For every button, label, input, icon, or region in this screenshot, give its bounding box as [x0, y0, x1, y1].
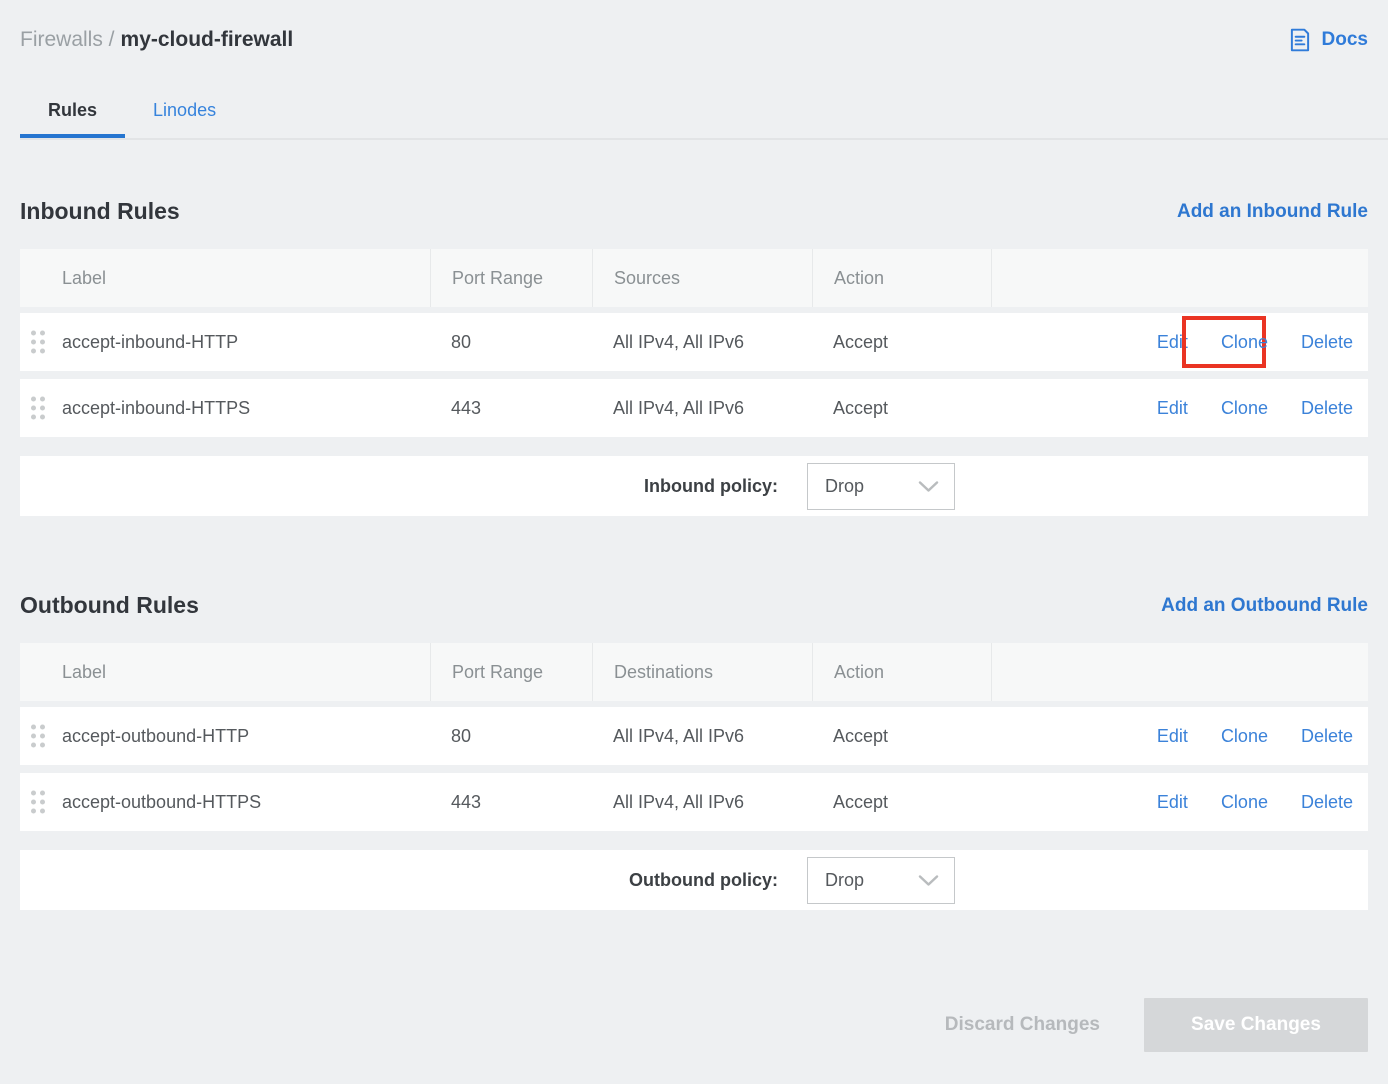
column-header-actions-spacer — [991, 643, 1368, 701]
rule-sources: All IPv4, All IPv6 — [592, 398, 812, 419]
delete-link[interactable]: Delete — [1301, 792, 1353, 813]
column-header-label: Label — [20, 643, 430, 701]
outbound-policy-row: Outbound policy: Drop — [20, 850, 1368, 910]
page-header: Firewalls / my-cloud-firewall Docs — [20, 24, 1368, 56]
outbound-policy-select[interactable]: Drop — [807, 857, 955, 904]
inbound-rules-title: Inbound Rules — [20, 198, 180, 225]
table-row-accept-outbound-https: accept-outbound-HTTPS 443 All IPv4, All … — [20, 773, 1368, 831]
column-header-action: Action — [812, 249, 991, 307]
rule-sources: All IPv4, All IPv6 — [592, 332, 812, 353]
edit-link[interactable]: Edit — [1157, 398, 1188, 419]
drag-handle-icon[interactable] — [31, 791, 45, 814]
rule-label: accept-outbound-HTTPS — [62, 792, 261, 812]
outbound-rules-table: Label Port Range Destinations Action acc… — [20, 643, 1368, 910]
rule-port-range: 443 — [430, 398, 592, 419]
delete-link[interactable]: Delete — [1301, 726, 1353, 747]
rule-label: accept-inbound-HTTP — [62, 332, 238, 352]
inbound-rules-table: Label Port Range Sources Action accept-i… — [20, 249, 1368, 516]
delete-link[interactable]: Delete — [1301, 332, 1353, 353]
outbound-section-header: Outbound Rules Add an Outbound Rule — [20, 592, 1368, 619]
column-header-sources: Sources — [592, 249, 812, 307]
tab-rules[interactable]: Rules — [20, 88, 125, 140]
inbound-policy-value: Drop — [825, 476, 864, 497]
inbound-policy-label: Inbound policy: — [644, 476, 778, 496]
edit-link[interactable]: Edit — [1157, 726, 1188, 747]
column-header-port-range: Port Range — [430, 249, 592, 307]
column-header-destinations: Destinations — [592, 643, 812, 701]
tab-linodes[interactable]: Linodes — [125, 88, 244, 140]
rule-port-range: 443 — [430, 792, 592, 813]
save-changes-button[interactable]: Save Changes — [1144, 998, 1368, 1052]
rule-action: Accept — [812, 792, 991, 813]
discard-changes-button[interactable]: Discard Changes — [945, 1014, 1100, 1036]
rule-label: accept-inbound-HTTPS — [62, 398, 250, 418]
outbound-policy-value: Drop — [825, 870, 864, 891]
tab-rules-label: Rules — [48, 100, 97, 120]
table-row-accept-inbound-http: accept-inbound-HTTP 80 All IPv4, All IPv… — [20, 313, 1368, 371]
rule-label: accept-outbound-HTTP — [62, 726, 249, 746]
drag-handle-icon[interactable] — [31, 331, 45, 354]
clone-link[interactable]: Clone — [1221, 332, 1268, 353]
clone-link[interactable]: Clone — [1221, 726, 1268, 747]
drag-handle-icon[interactable] — [31, 725, 45, 748]
table-row-accept-inbound-https: accept-inbound-HTTPS 443 All IPv4, All I… — [20, 379, 1368, 437]
edit-link[interactable]: Edit — [1157, 792, 1188, 813]
outbound-policy-label: Outbound policy: — [629, 870, 778, 890]
chevron-down-icon — [918, 875, 939, 886]
rule-port-range: 80 — [430, 332, 592, 353]
rule-port-range: 80 — [430, 726, 592, 747]
footer-actions: Discard Changes Save Changes — [20, 998, 1368, 1052]
docs-label: Docs — [1322, 29, 1368, 51]
outbound-table-header: Label Port Range Destinations Action — [20, 643, 1368, 701]
rule-action: Accept — [812, 398, 991, 419]
rule-destinations: All IPv4, All IPv6 — [592, 726, 812, 747]
clone-link[interactable]: Clone — [1221, 792, 1268, 813]
add-inbound-rule-link[interactable]: Add an Inbound Rule — [1177, 201, 1368, 223]
docs-link[interactable]: Docs — [1287, 27, 1368, 53]
firewall-detail-page: Firewalls / my-cloud-firewall Docs Rules … — [0, 0, 1388, 1084]
clone-link[interactable]: Clone — [1221, 398, 1268, 419]
drag-handle-icon[interactable] — [31, 397, 45, 420]
inbound-table-header: Label Port Range Sources Action — [20, 249, 1368, 307]
column-header-actions-spacer — [991, 249, 1368, 307]
inbound-section-header: Inbound Rules Add an Inbound Rule — [20, 198, 1368, 225]
rule-destinations: All IPv4, All IPv6 — [592, 792, 812, 813]
table-row-accept-outbound-http: accept-outbound-HTTP 80 All IPv4, All IP… — [20, 707, 1368, 765]
breadcrumb: Firewalls / my-cloud-firewall — [20, 28, 293, 52]
rule-action: Accept — [812, 726, 991, 747]
add-outbound-rule-link[interactable]: Add an Outbound Rule — [1161, 595, 1368, 617]
column-header-action: Action — [812, 643, 991, 701]
breadcrumb-current-firewall: my-cloud-firewall — [121, 28, 294, 51]
tab-bar: Rules Linodes — [20, 88, 1368, 140]
column-header-label: Label — [20, 249, 430, 307]
edit-link[interactable]: Edit — [1157, 332, 1188, 353]
outbound-rules-title: Outbound Rules — [20, 592, 199, 619]
tabbar-divider — [20, 138, 1388, 140]
inbound-policy-row: Inbound policy: Drop — [20, 456, 1368, 516]
chevron-down-icon — [918, 481, 939, 492]
breadcrumb-firewalls-link[interactable]: Firewalls / — [20, 28, 115, 51]
docs-icon — [1287, 27, 1313, 53]
column-header-port-range: Port Range — [430, 643, 592, 701]
rule-action: Accept — [812, 332, 991, 353]
tab-linodes-label: Linodes — [153, 100, 216, 120]
inbound-policy-select[interactable]: Drop — [807, 463, 955, 510]
delete-link[interactable]: Delete — [1301, 398, 1353, 419]
